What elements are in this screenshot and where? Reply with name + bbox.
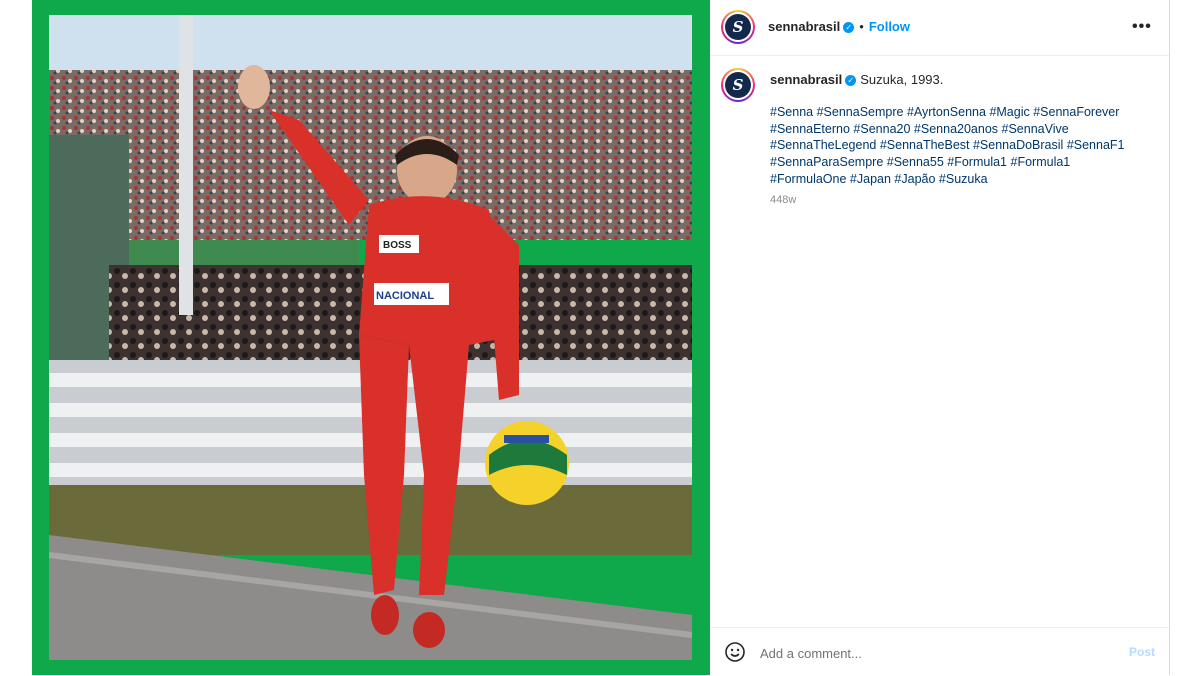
emoji-icon[interactable] bbox=[725, 642, 745, 662]
comment-input[interactable] bbox=[758, 640, 1092, 666]
boss-logo-text: BOSS bbox=[383, 240, 412, 251]
hashtag-link[interactable]: #SennaF1 bbox=[1067, 138, 1125, 152]
hashtag-link[interactable]: #SennaEterno bbox=[770, 122, 850, 136]
username-link[interactable]: sennabrasil bbox=[768, 19, 840, 34]
caption-verified-badge-icon: ✓ bbox=[845, 75, 857, 87]
caption-text: Suzuka, 1993. bbox=[860, 72, 944, 87]
post-side-panel: S sennabrasil ✓ • Follow ••• S sennabrasil ✓… bbox=[710, 0, 1170, 675]
hashtag-link[interactable]: #Japan bbox=[850, 172, 891, 186]
post-media-frame: BOSS NACIONAL bbox=[32, 0, 710, 675]
hashtag-link[interactable]: #FormulaOne bbox=[770, 172, 846, 186]
hashtag-link[interactable]: #Senna20anos bbox=[914, 122, 998, 136]
post-timestamp[interactable]: 448w bbox=[770, 194, 796, 206]
hashtag-list: #Senna #SennaSempre #AyrtonSenna #Magic … bbox=[770, 104, 1140, 188]
hashtag-link[interactable]: #SennaTheBest bbox=[880, 138, 970, 152]
hashtag-link[interactable]: #Suzuka bbox=[939, 172, 988, 186]
hashtag-link[interactable]: #SennaParaSempre bbox=[770, 155, 883, 169]
hashtag-link[interactable]: #Formula1 bbox=[947, 155, 1007, 169]
post-header: S sennabrasil ✓ • Follow ••• bbox=[710, 0, 1169, 56]
hashtag-link[interactable]: #SennaSempre bbox=[817, 105, 904, 119]
nacional-logo-text: NACIONAL bbox=[376, 290, 434, 302]
hashtag-link[interactable]: #Japão bbox=[894, 172, 935, 186]
hashtag-link[interactable]: #Magic bbox=[989, 105, 1029, 119]
caption-avatar[interactable]: S bbox=[721, 68, 755, 102]
caption-avatar-logo: S bbox=[725, 72, 751, 98]
header-user-line: sennabrasil ✓ • Follow bbox=[768, 19, 910, 34]
hashtag-link[interactable]: #Senna bbox=[770, 105, 813, 119]
verified-badge-icon: ✓ bbox=[843, 22, 855, 34]
separator-dot: • bbox=[859, 19, 864, 34]
post-photo[interactable]: BOSS NACIONAL bbox=[49, 15, 692, 660]
hashtag-link[interactable]: #SennaDoBrasil bbox=[973, 138, 1063, 152]
comment-bar: Post bbox=[710, 627, 1169, 676]
hashtag-link[interactable]: #Senna20 bbox=[853, 122, 910, 136]
avatar-logo: S bbox=[725, 14, 751, 40]
caption-line: sennabrasil ✓ Suzuka, 1993. bbox=[770, 72, 943, 87]
avatar[interactable]: S bbox=[721, 10, 755, 44]
hashtag-link[interactable]: #AyrtonSenna bbox=[907, 105, 986, 119]
hashtag-link[interactable]: #SennaTheLegend bbox=[770, 138, 876, 152]
hashtag-link[interactable]: #Senna55 bbox=[887, 155, 944, 169]
more-options-icon[interactable]: ••• bbox=[1132, 18, 1152, 36]
hashtag-link[interactable]: #Formula1 bbox=[1011, 155, 1071, 169]
post-comment-button[interactable]: Post bbox=[1129, 645, 1155, 659]
hashtag-link[interactable]: #SennaForever bbox=[1033, 105, 1119, 119]
hashtag-link[interactable]: #SennaVive bbox=[1002, 122, 1069, 136]
caption-username-link[interactable]: sennabrasil bbox=[770, 72, 842, 87]
follow-button[interactable]: Follow bbox=[869, 19, 910, 34]
